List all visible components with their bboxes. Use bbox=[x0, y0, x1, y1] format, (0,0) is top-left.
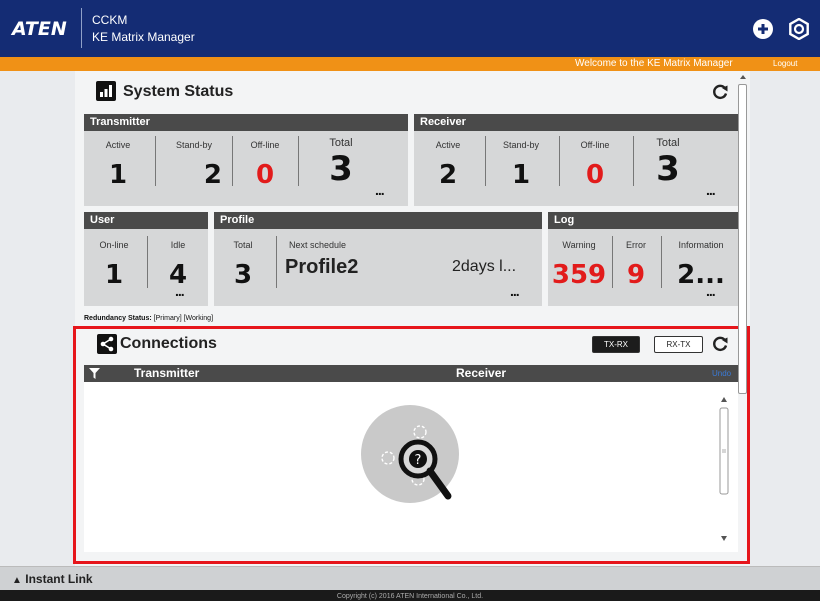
header-divider bbox=[81, 8, 82, 48]
tx-offline-label: Off-line bbox=[250, 140, 280, 150]
divider bbox=[147, 236, 148, 288]
user-more-button[interactable]: ... bbox=[175, 283, 185, 299]
settings-gear-icon[interactable] bbox=[788, 18, 810, 40]
top-header: ATEN CCKM KE Matrix Manager bbox=[0, 0, 820, 57]
profile-total-value: 3 bbox=[233, 260, 253, 290]
next-schedule-value[interactable]: Profile2 bbox=[285, 256, 358, 279]
transmitter-card-title: Transmitter bbox=[84, 114, 408, 131]
profile-card-title: Profile bbox=[214, 212, 542, 229]
divider bbox=[155, 136, 156, 186]
divider bbox=[612, 236, 613, 288]
app-title: CCKM KE Matrix Manager bbox=[92, 12, 195, 46]
tx-active-value: 1 bbox=[108, 160, 128, 190]
profile-total-stat[interactable]: Total 3 bbox=[220, 240, 266, 290]
tx-total-label: Total bbox=[329, 137, 353, 149]
aten-logo: ATEN bbox=[12, 18, 67, 40]
add-icon[interactable] bbox=[752, 18, 774, 40]
bar-chart-icon bbox=[96, 81, 116, 101]
app-title-line2: KE Matrix Manager bbox=[92, 30, 195, 44]
tx-standby-stat[interactable]: Stand-by 2 bbox=[158, 140, 230, 190]
log-warning-label: Warning bbox=[562, 240, 596, 250]
app-title-line1: CCKM bbox=[92, 13, 128, 27]
log-info-label: Information bbox=[678, 240, 724, 250]
user-online-label: On-line bbox=[99, 240, 129, 250]
rx-active-label: Active bbox=[435, 140, 461, 150]
rx-more-button[interactable]: ... bbox=[706, 182, 716, 198]
refresh-icon[interactable] bbox=[711, 83, 729, 101]
log-error-label: Error bbox=[626, 240, 646, 250]
redundancy-status: Redundancy Status: [Primary] [Working] bbox=[84, 315, 213, 322]
next-schedule-label: Next schedule bbox=[289, 240, 347, 250]
rx-offline-value: 0 bbox=[585, 160, 605, 190]
instant-link-bar: ▲ Instant Link bbox=[0, 566, 820, 590]
logout-link[interactable]: Logout bbox=[773, 59, 797, 68]
log-info-value: 2... bbox=[677, 260, 725, 290]
tx-total-stat[interactable]: Total 3 bbox=[300, 137, 382, 189]
receiver-card-title: Receiver bbox=[414, 114, 739, 131]
log-warning-value: 359 bbox=[551, 260, 607, 290]
profile-total-label: Total bbox=[233, 240, 253, 250]
user-online-stat[interactable]: On-line 1 bbox=[86, 240, 142, 290]
main-scrollbar[interactable] bbox=[737, 74, 749, 560]
tx-total-value: 3 bbox=[329, 149, 353, 189]
copyright: Copyright (c) 2016 ATEN International Co… bbox=[0, 590, 820, 601]
user-online-value: 1 bbox=[104, 260, 124, 290]
divider bbox=[485, 136, 486, 186]
tx-standby-value: 2 bbox=[203, 160, 222, 190]
profile-more-button[interactable]: ... bbox=[510, 283, 520, 299]
rx-standby-stat[interactable]: Stand-by 1 bbox=[488, 140, 554, 190]
log-info-stat[interactable]: Information 2... bbox=[664, 240, 738, 290]
log-error-stat[interactable]: Error 9 bbox=[614, 240, 658, 290]
user-idle-label: Idle bbox=[170, 240, 186, 250]
divider bbox=[298, 136, 299, 186]
divider bbox=[559, 136, 560, 186]
rx-total-label: Total bbox=[656, 137, 680, 149]
tx-offline-stat[interactable]: Off-line 0 bbox=[234, 140, 296, 190]
rx-total-value: 3 bbox=[656, 149, 680, 189]
tx-active-stat[interactable]: Active 1 bbox=[86, 140, 150, 190]
log-error-value: 9 bbox=[626, 260, 646, 290]
rx-offline-stat[interactable]: Off-line 0 bbox=[562, 140, 628, 190]
rx-standby-value: 1 bbox=[511, 160, 531, 190]
tx-offline-value: 0 bbox=[255, 160, 275, 190]
rx-active-stat[interactable]: Active 2 bbox=[416, 140, 480, 190]
tx-more-button[interactable]: ... bbox=[375, 182, 385, 198]
redundancy-value: [Primary] [Working] bbox=[153, 315, 214, 322]
rx-active-value: 2 bbox=[438, 160, 458, 190]
log-card-title: Log bbox=[548, 212, 739, 229]
redundancy-label: Redundancy Status: bbox=[84, 315, 152, 322]
divider bbox=[276, 236, 277, 288]
instant-link-toggle[interactable]: ▲ Instant Link bbox=[12, 572, 93, 586]
connections-highlight-frame bbox=[73, 326, 750, 564]
welcome-text: Welcome to the KE Matrix Manager bbox=[575, 58, 733, 69]
divider bbox=[232, 136, 233, 186]
tx-standby-label: Stand-by bbox=[175, 140, 213, 150]
rx-total-stat[interactable]: Total 3 bbox=[636, 137, 700, 189]
log-warning-stat[interactable]: Warning 359 bbox=[550, 240, 608, 290]
rx-standby-label: Stand-by bbox=[502, 140, 540, 150]
log-more-button[interactable]: ... bbox=[706, 283, 716, 299]
system-status-title: System Status bbox=[123, 83, 234, 100]
welcome-banner: Welcome to the KE Matrix Manager Logout bbox=[0, 57, 820, 71]
next-schedule-time: 2days l... bbox=[452, 258, 517, 275]
divider bbox=[633, 136, 634, 186]
rx-offline-label: Off-line bbox=[580, 140, 610, 150]
caret-up-icon: ▲ bbox=[12, 575, 22, 586]
instant-link-label: Instant Link bbox=[25, 572, 93, 586]
divider bbox=[661, 236, 662, 288]
user-card-title: User bbox=[84, 212, 208, 229]
tx-active-label: Active bbox=[105, 140, 131, 150]
